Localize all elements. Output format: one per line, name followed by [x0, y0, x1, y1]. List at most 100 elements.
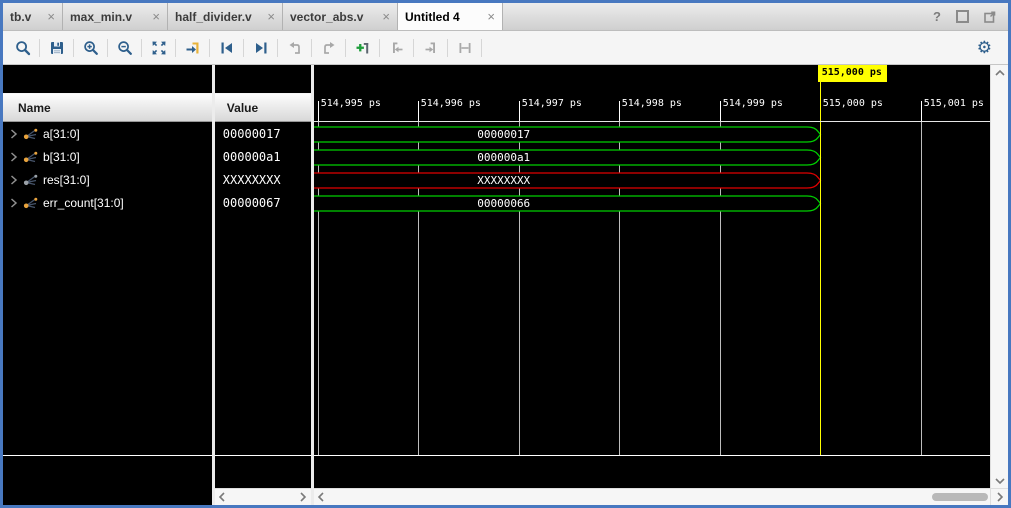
signal-value-panel: Value 00000017 000000a1 XXXXXXXX 0000006…	[215, 65, 311, 505]
signal-name-label: err_count[31:0]	[43, 196, 124, 210]
zoom-fit-button[interactable]	[145, 35, 172, 61]
bus-value-label: 00000066	[314, 197, 694, 210]
ruler-tick: 515,001 ps	[921, 101, 922, 121]
value-header-label: Value	[227, 101, 258, 115]
bus-value-label: 000000a1	[314, 151, 694, 164]
value-cell-a[interactable]: 00000017	[215, 122, 311, 145]
next-transition-button[interactable]	[247, 35, 274, 61]
expand-chevron-icon[interactable]	[10, 175, 18, 185]
previous-marker-button[interactable]	[383, 35, 410, 61]
expand-chevron-icon[interactable]	[10, 152, 18, 162]
bus-signal-icon	[23, 197, 38, 209]
maximize-icon[interactable]	[956, 10, 969, 23]
go-to-cursor-button[interactable]	[179, 35, 206, 61]
signal-row-a[interactable]: a[31:0]	[3, 122, 212, 145]
next-marker-icon	[423, 40, 439, 56]
signal-row-err-count[interactable]: err_count[31:0]	[3, 191, 212, 214]
next-transition-icon	[253, 40, 269, 56]
tick-label: 514,998 ps	[622, 98, 682, 109]
previous-transition-icon	[219, 40, 235, 56]
value-horizontal-scrollbar[interactable]	[215, 488, 311, 505]
save-icon	[49, 40, 65, 56]
ruler-tick: 514,996 ps	[418, 101, 419, 121]
cursor-line-ruler[interactable]	[820, 82, 821, 121]
expand-chevron-icon[interactable]	[10, 129, 18, 139]
add-marker-button[interactable]	[349, 35, 376, 61]
value-cell-b[interactable]: 000000a1	[215, 145, 311, 168]
value-panel-top-strip	[215, 65, 311, 93]
tab-max-min-v[interactable]: max_min.v ×	[63, 3, 168, 30]
zoom-in-button[interactable]	[77, 35, 104, 61]
fit-between-markers-button[interactable]	[451, 35, 478, 61]
redo-zoom-button[interactable]	[315, 35, 342, 61]
wave-window-body: Name a[31:0] b[31:0] res[31:0]	[3, 65, 1008, 505]
tick-label: 515,000 ps	[823, 98, 883, 109]
scroll-right-arrow[interactable]	[296, 489, 311, 505]
undo-zoom-button[interactable]	[281, 35, 308, 61]
wave-horizontal-scrollbar[interactable]	[314, 488, 990, 505]
zoom-fit-icon	[151, 40, 167, 56]
tick-label: 514,995 ps	[321, 98, 381, 109]
name-panel-top-strip	[3, 65, 212, 93]
float-window-icon[interactable]	[984, 11, 996, 23]
close-icon[interactable]: ×	[382, 9, 390, 24]
help-icon[interactable]: ?	[933, 9, 941, 24]
save-wave-config-button[interactable]	[43, 35, 70, 61]
zoom-out-button[interactable]	[111, 35, 138, 61]
signal-row-res[interactable]: res[31:0]	[3, 168, 212, 191]
scroll-down-arrow[interactable]	[991, 473, 1008, 488]
tab-half-divider-v[interactable]: half_divider.v ×	[168, 3, 283, 30]
scroll-left-arrow[interactable]	[215, 489, 230, 505]
scroll-left-arrow[interactable]	[314, 489, 329, 505]
tab-label: tb.v	[10, 10, 31, 24]
value-column-header: Value	[215, 93, 311, 122]
bus-value-label: 00000017	[314, 128, 694, 141]
window-controls: ?	[921, 3, 1008, 30]
wave-vertical-scrollbar[interactable]	[990, 65, 1008, 505]
scrollbar-track[interactable]	[230, 489, 296, 505]
scrollbar-corner	[991, 488, 1008, 505]
close-icon[interactable]: ×	[267, 9, 275, 24]
scrollbar-track[interactable]	[329, 489, 990, 505]
wave-toolbar: ⚙	[3, 31, 1008, 65]
bus-signal-icon	[23, 174, 38, 186]
bus-signal-icon	[23, 128, 38, 140]
value-cell-err-count[interactable]: 00000067	[215, 191, 311, 214]
close-icon[interactable]: ×	[152, 9, 160, 24]
search-icon	[15, 40, 31, 56]
scroll-up-arrow[interactable]	[991, 65, 1008, 80]
signal-row-b[interactable]: b[31:0]	[3, 145, 212, 168]
waveform-canvas[interactable]: 00000017 000000a1 XXXXXXXX 00000066	[314, 122, 990, 455]
ruler-tick: 514,998 ps	[619, 101, 620, 121]
signal-name-label: b[31:0]	[43, 150, 80, 164]
previous-marker-icon	[389, 40, 405, 56]
tab-vector-abs-v[interactable]: vector_abs.v ×	[283, 3, 398, 30]
signal-name-rows: a[31:0] b[31:0] res[31:0] err_count[31:0…	[3, 122, 212, 455]
close-icon[interactable]: ×	[47, 9, 55, 24]
tab-bar: tb.v × max_min.v × half_divider.v × vect…	[3, 3, 1008, 31]
zoom-in-icon	[83, 40, 99, 56]
signal-name-label: a[31:0]	[43, 127, 80, 141]
scroll-right-arrow[interactable]	[992, 492, 1007, 502]
cursor-line[interactable]	[820, 122, 821, 455]
close-icon[interactable]: ×	[487, 9, 495, 24]
settings-gear-icon[interactable]: ⚙	[977, 39, 992, 56]
bus-value-label: XXXXXXXX	[314, 174, 694, 187]
time-ruler[interactable]: 515,000 ps 514,995 ps 514,996 ps 514,997…	[314, 65, 990, 122]
scrollbar-track[interactable]	[991, 80, 1008, 473]
waveform-panel: 515,000 ps 514,995 ps 514,996 ps 514,997…	[314, 65, 990, 505]
tab-label: max_min.v	[70, 10, 132, 24]
tab-label: Untitled 4	[405, 10, 460, 24]
tab-tb-v[interactable]: tb.v ×	[3, 3, 63, 30]
tab-untitled-4[interactable]: Untitled 4 ×	[398, 3, 503, 30]
ruler-tick: 514,995 ps	[318, 101, 319, 121]
previous-transition-button[interactable]	[213, 35, 240, 61]
next-marker-button[interactable]	[417, 35, 444, 61]
find-button[interactable]	[9, 35, 36, 61]
redo-zoom-icon	[321, 40, 337, 56]
value-cell-res[interactable]: XXXXXXXX	[215, 168, 311, 191]
bus-signal-icon	[23, 151, 38, 163]
scrollbar-thumb[interactable]	[932, 493, 988, 501]
zoom-out-icon	[117, 40, 133, 56]
expand-chevron-icon[interactable]	[10, 198, 18, 208]
